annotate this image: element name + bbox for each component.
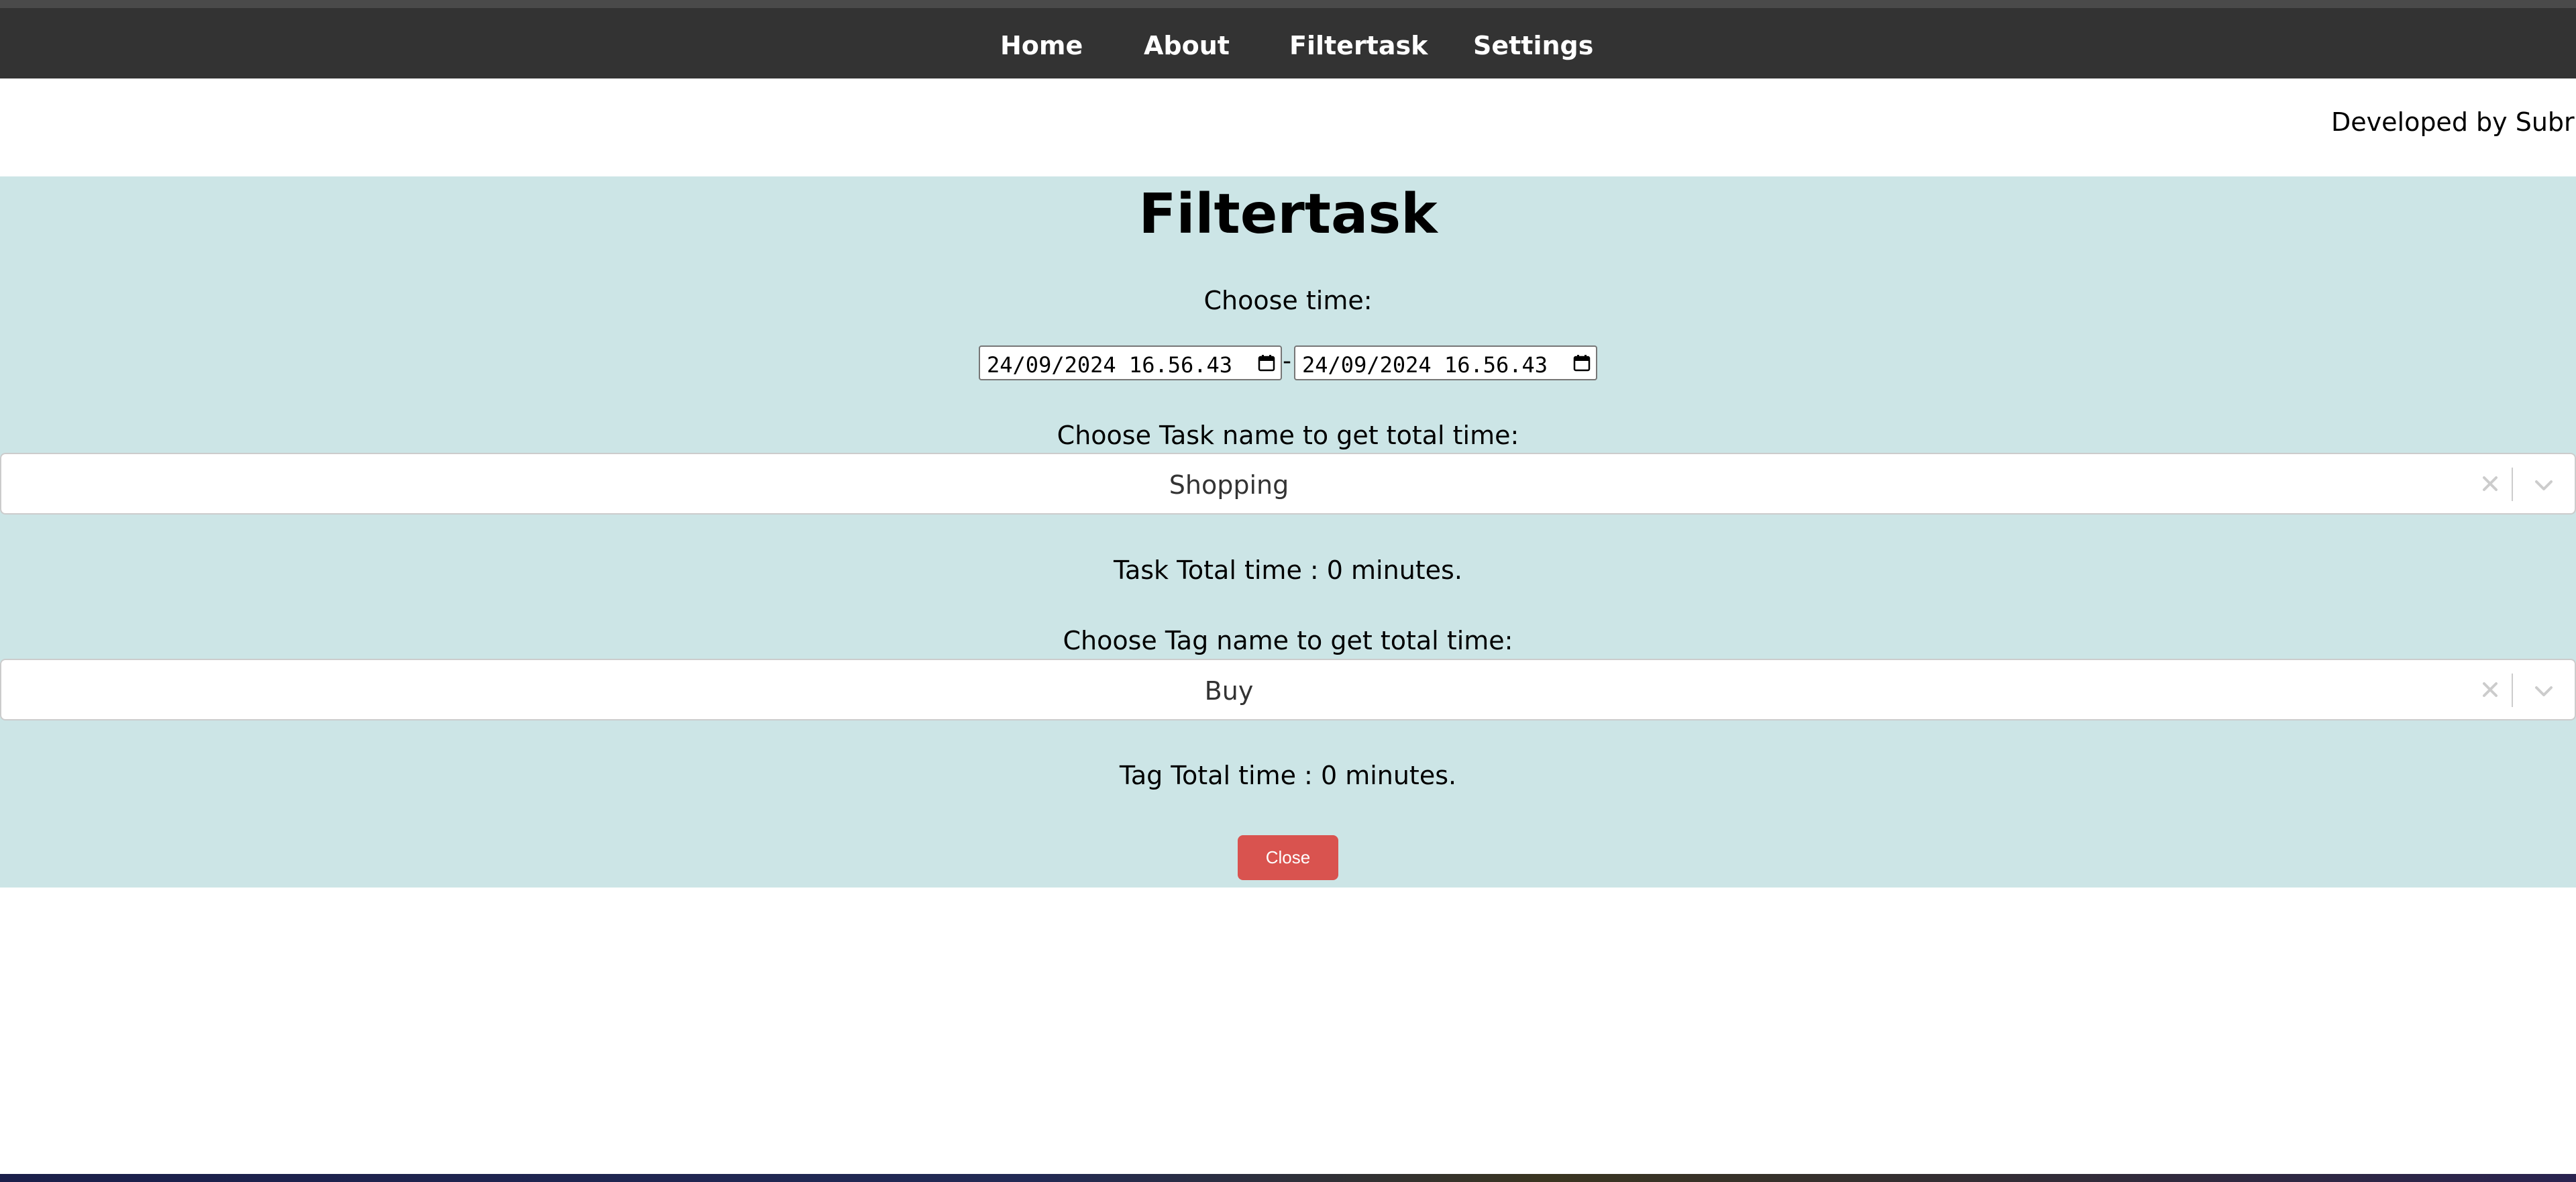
- nav-settings-link[interactable]: Settings: [1473, 8, 1593, 78]
- top-navbar: Home About Filtertask Settings: [0, 8, 2576, 78]
- tag-selected-value: Buy: [1204, 676, 1254, 706]
- nav-filtertask-link[interactable]: Filtertask: [1289, 8, 1428, 78]
- nav-about-link[interactable]: About: [1144, 8, 1230, 78]
- time-label: Choose time:: [1203, 286, 1373, 315]
- end-datetime-input[interactable]: 24/09/2024 16.56.43: [1294, 345, 1597, 380]
- tag-name-select[interactable]: Buy: [0, 659, 2576, 720]
- calendar-icon[interactable]: [1258, 354, 1275, 372]
- tag-select-label: Choose Tag name to get total time:: [1063, 626, 1513, 655]
- close-button[interactable]: Close: [1238, 835, 1338, 880]
- developer-credit: Developed by Subria: [2331, 107, 2576, 137]
- task-select-label: Choose Task name to get total time:: [1057, 421, 1519, 450]
- calendar-icon[interactable]: [1573, 354, 1591, 372]
- task-name-select[interactable]: Shopping: [0, 453, 2576, 515]
- nav-home-link[interactable]: Home: [1000, 8, 1083, 78]
- close-icon[interactable]: [2478, 678, 2502, 702]
- page-title: Filtertask: [1138, 182, 1438, 246]
- taskbar-edge: [0, 1174, 2576, 1182]
- start-datetime-value: 24/09/2024 16.56.43: [987, 352, 1233, 378]
- task-total-time: Task Total time : 0 minutes.: [1114, 555, 1462, 585]
- browser-top-edge: [0, 0, 2576, 8]
- chevron-down-icon[interactable]: [2532, 473, 2556, 497]
- task-selected-value: Shopping: [1169, 470, 1289, 500]
- tag-total-time: Tag Total time : 0 minutes.: [1119, 761, 1457, 790]
- select-divider: [2512, 468, 2513, 501]
- start-datetime-input[interactable]: 24/09/2024 16.56.43: [979, 345, 1282, 380]
- chevron-down-icon[interactable]: [2532, 679, 2556, 703]
- close-icon[interactable]: [2478, 472, 2502, 496]
- select-divider: [2512, 674, 2513, 707]
- datetime-separator: -: [1283, 347, 1291, 375]
- end-datetime-value: 24/09/2024 16.56.43: [1302, 352, 1548, 378]
